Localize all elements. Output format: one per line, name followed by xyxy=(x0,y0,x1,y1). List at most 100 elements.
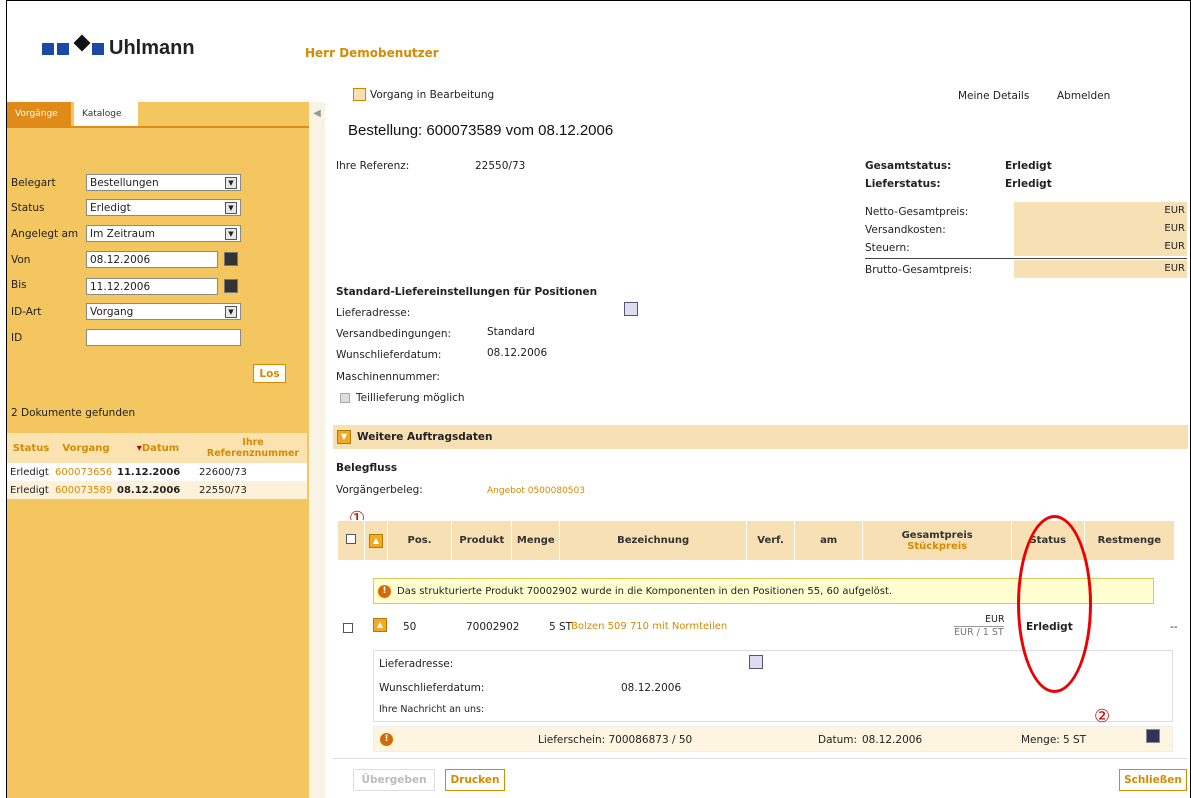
schliessen-button[interactable]: Schließen xyxy=(1119,769,1187,791)
status-line: Vorgang in Bearbeitung xyxy=(353,88,494,101)
row-produkt: 70002902 xyxy=(466,621,520,633)
calendar-icon[interactable] xyxy=(224,252,238,266)
filter-label-status: Status xyxy=(11,202,45,214)
summary-label: Steuern: xyxy=(865,242,910,254)
id-input[interactable] xyxy=(86,329,241,346)
col-verf[interactable]: Verf. xyxy=(746,520,795,561)
chevron-down-icon[interactable]: ▼ xyxy=(225,227,237,240)
vorgang-link[interactable]: 600073589 xyxy=(55,481,117,499)
lieferstatus-label: Lieferstatus: xyxy=(865,178,941,190)
results-header-row: Status Vorgang ▾Datum Ihre Referenznumme… xyxy=(7,433,307,463)
search-go-button[interactable]: Los xyxy=(253,364,286,383)
section-weitere-auftragsdaten[interactable]: ▼ Weitere Auftragsdaten xyxy=(333,425,1188,449)
idart-select[interactable]: Vorgang ▼ xyxy=(86,303,241,320)
filter-label-von: Von xyxy=(11,254,31,266)
gesamtstatus-value: Erledigt xyxy=(1005,160,1052,172)
ref-value: 22550/73 xyxy=(475,160,526,172)
detail-label: Wunschlieferdatum: xyxy=(379,682,485,694)
col-produkt[interactable]: Produkt xyxy=(451,520,513,561)
std-title: Standard-Liefereinstellungen für Positio… xyxy=(336,286,598,298)
meine-details-link[interactable]: Meine Details xyxy=(958,90,1029,102)
std-value: 08.12.2006 xyxy=(487,347,548,359)
std-value: Standard xyxy=(487,326,535,338)
vorg-link[interactable]: Angebot 0500080503 xyxy=(487,486,585,496)
detail-label: Ihre Nachricht an uns: xyxy=(379,704,485,715)
col-bezeichnung[interactable]: Bezeichnung xyxy=(559,520,748,561)
belegart-select[interactable]: Bestellungen ▼ xyxy=(86,174,241,191)
select-all-checkbox[interactable] xyxy=(337,520,365,561)
summary-label: Brutto-Gesamtpreis: xyxy=(865,264,973,276)
bis-date-input[interactable]: 11.12.2006 xyxy=(86,278,218,295)
brand-logo: Uhlmann xyxy=(42,34,195,60)
col-datum[interactable]: ▾Datum xyxy=(117,433,199,463)
table-row[interactable]: Erledigt 600073589 08.12.2006 22550/73 xyxy=(7,481,307,499)
ref-label: Ihre Referenz: xyxy=(336,160,410,172)
col-referenz[interactable]: Ihre Referenznummer xyxy=(199,433,307,463)
col-pos[interactable]: Pos. xyxy=(386,520,453,561)
vorgang-link[interactable]: 600073656 xyxy=(55,463,117,481)
abmelden-link[interactable]: Abmelden xyxy=(1057,90,1110,102)
filter-label-id: ID xyxy=(11,332,23,344)
col-gesamtpreis[interactable]: Gesamtpreis Stückpreis xyxy=(862,520,1012,561)
chevron-down-icon[interactable]: ▼ xyxy=(225,201,237,214)
col-status[interactable]: Status xyxy=(7,433,55,463)
angelegt-select[interactable]: Im Zeitraum ▼ xyxy=(86,225,241,242)
collapse-row-icon[interactable]: ▲ xyxy=(373,618,387,632)
status-highlight-oval xyxy=(1017,515,1092,693)
row-menge: 5 ST xyxy=(549,621,573,633)
std-label: Versandbedingungen: xyxy=(336,328,452,340)
info-icon: ! xyxy=(380,731,393,746)
std-label: Maschinennummer: xyxy=(336,371,440,383)
col-menge[interactable]: Menge xyxy=(511,520,561,561)
menge-value: 5 ST xyxy=(1063,734,1087,746)
teillieferung-checkbox[interactable]: Teillieferung möglich xyxy=(340,392,465,404)
col-vorgang[interactable]: Vorgang xyxy=(55,433,117,463)
edit-doc-icon xyxy=(353,88,366,101)
summary-label: Versandkosten: xyxy=(865,224,946,236)
truck-icon[interactable] xyxy=(1146,729,1160,743)
address-book-icon[interactable] xyxy=(624,302,638,316)
chevron-down-icon[interactable]: ▼ xyxy=(225,176,237,189)
sort-button[interactable]: ▲ xyxy=(364,520,388,561)
sidebar-collapse-strip[interactable]: ◀ xyxy=(309,102,325,798)
gesamtstatus-label: Gesamtstatus: xyxy=(865,160,952,172)
row-checkbox[interactable] xyxy=(343,623,353,636)
user-name: Herr Demobenutzer xyxy=(305,46,439,60)
tab-kataloge[interactable]: Kataloge xyxy=(74,102,138,126)
detail-value: 08.12.2006 xyxy=(621,682,682,694)
von-date-input[interactable]: 08.12.2006 xyxy=(86,251,218,268)
collapse-arrow-icon[interactable]: ◀ xyxy=(309,108,325,119)
lieferschein: Lieferschein: 700086873 / 50 xyxy=(538,734,693,746)
std-label: Wunschlieferdatum: xyxy=(336,349,442,361)
col-am[interactable]: am xyxy=(793,520,864,561)
row-stueckpreis: EUR / 1 ST xyxy=(954,626,1004,638)
chevron-down-icon[interactable]: ▼ xyxy=(225,305,237,318)
col-restmenge[interactable]: Restmenge xyxy=(1083,520,1176,561)
tab-vorgaenge[interactable]: Vorgänge xyxy=(7,102,71,126)
summary-value: EUR xyxy=(1014,220,1187,238)
filter-label-angelegt: Angelegt am xyxy=(11,228,79,240)
status-select[interactable]: Erledigt ▼ xyxy=(86,199,241,216)
row-preis: EUR xyxy=(985,614,1005,625)
row-bezeichnung-link[interactable]: Bolzen 509 710 mit Normteilen xyxy=(571,621,727,632)
summary-value: EUR xyxy=(1014,260,1187,278)
summary-value: EUR xyxy=(1014,238,1187,256)
drucken-button[interactable]: Drucken xyxy=(445,769,505,791)
table-row[interactable]: Erledigt 600073656 11.12.2006 22600/73 xyxy=(7,463,307,481)
calendar-icon[interactable] xyxy=(224,279,238,293)
filter-label-belegart: Belegart xyxy=(11,177,56,189)
expand-icon[interactable]: ▼ xyxy=(337,430,351,444)
results-table: Status Vorgang ▾Datum Ihre Referenznumme… xyxy=(7,433,307,499)
page-title: Bestellung: 600073589 vom 08.12.2006 xyxy=(348,122,614,139)
summary-label: Netto-Gesamtpreis: xyxy=(865,206,969,218)
lieferstatus-value: Erledigt xyxy=(1005,178,1052,190)
datum-label: Datum: xyxy=(818,734,858,746)
uebergeben-button[interactable]: Übergeben xyxy=(353,769,435,791)
results-count: 2 Dokumente gefunden xyxy=(11,407,136,419)
belegfluss-title: Belegfluss xyxy=(336,462,398,474)
std-label: Lieferadresse: xyxy=(336,307,411,319)
menge-label: Menge: xyxy=(1021,734,1060,746)
annotation-2: ② xyxy=(1094,706,1111,727)
vorg-label: Vorgängerbeleg: xyxy=(336,484,423,496)
address-book-icon[interactable] xyxy=(749,655,763,669)
